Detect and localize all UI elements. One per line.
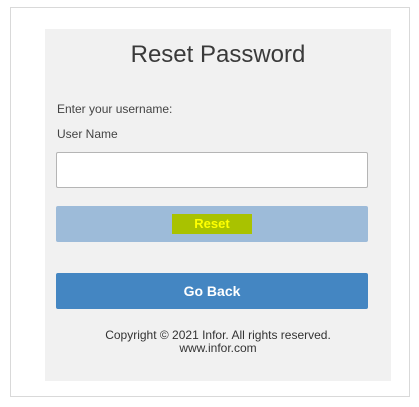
reset-button-label: Reset bbox=[172, 214, 252, 234]
footer: Copyright © 2021 Infor. All rights reser… bbox=[45, 329, 391, 355]
username-prompt: Enter your username: bbox=[57, 102, 173, 116]
page-frame: Reset Password Enter your username: User… bbox=[10, 7, 410, 397]
reset-password-panel: Reset Password Enter your username: User… bbox=[45, 29, 391, 381]
website-text: www.infor.com bbox=[179, 341, 257, 355]
go-back-button[interactable]: Go Back bbox=[56, 273, 368, 309]
page-title: Reset Password bbox=[130, 41, 306, 68]
username-input[interactable] bbox=[56, 152, 368, 188]
username-label: User Name bbox=[57, 127, 118, 141]
reset-button[interactable]: Reset bbox=[56, 206, 368, 242]
